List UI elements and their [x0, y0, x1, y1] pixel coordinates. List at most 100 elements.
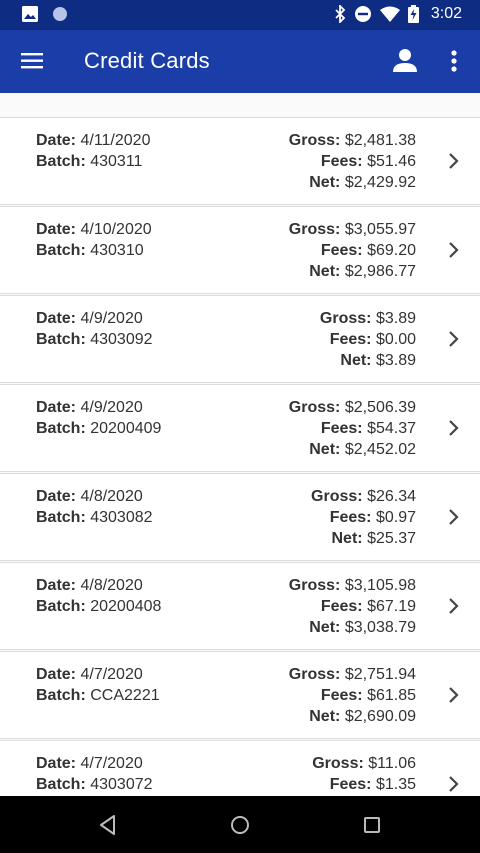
net-label: Net: — [309, 708, 341, 725]
date-line: Date: 4/9/2020 — [36, 397, 161, 418]
fees-line: Fees: $51.46 — [289, 151, 416, 172]
batch-value: 20200409 — [90, 420, 162, 437]
home-button[interactable] — [227, 812, 253, 838]
transaction-row[interactable]: Date: 4/8/2020 Batch: 20200408 Gross: $3… — [0, 562, 480, 650]
home-icon — [231, 816, 249, 834]
battery-charging-icon — [407, 5, 419, 23]
bluetooth-icon — [335, 5, 346, 23]
row-right-column: Gross: $2,481.38 Fees: $51.46 Net: $2,42… — [289, 130, 416, 193]
batch-label: Batch: — [36, 598, 86, 615]
chevron-right-icon — [449, 776, 459, 792]
batch-value: 430310 — [90, 242, 144, 259]
hamburger-menu-icon — [21, 53, 43, 69]
row-right-column: Gross: $2,506.39 Fees: $54.37 Net: $2,45… — [289, 397, 416, 460]
batch-line: Batch: 4303082 — [36, 507, 153, 528]
batch-label: Batch: — [36, 776, 86, 793]
batch-label: Batch: — [36, 420, 86, 437]
gross-value: $11.06 — [368, 755, 416, 772]
account-button[interactable] — [391, 46, 419, 74]
date-value: 4/8/2020 — [80, 577, 143, 594]
row-right-column: Gross: $3,055.97 Fees: $69.20 Net: $2,98… — [289, 219, 416, 282]
date-label: Date: — [36, 488, 77, 505]
net-line: Net: $2,690.09 — [289, 706, 416, 727]
date-value: 4/8/2020 — [80, 488, 143, 505]
gross-line: Gross: $11.06 — [312, 753, 416, 774]
batch-value: 430311 — [90, 153, 143, 170]
date-line: Date: 4/7/2020 — [36, 664, 160, 685]
batch-label: Batch: — [36, 153, 86, 170]
row-right-column: Gross: $11.06 Fees: $1.35 Net: $9.71 — [312, 753, 416, 796]
transaction-row[interactable]: Date: 4/7/2020 Batch: CCA2221 Gross: $2,… — [0, 651, 480, 739]
back-button[interactable] — [95, 812, 121, 838]
batch-value: 4303092 — [90, 331, 153, 348]
fees-value: $0.00 — [375, 331, 416, 348]
gross-line: Gross: $2,751.94 — [289, 664, 416, 685]
date-label: Date: — [36, 666, 77, 683]
net-label: Net: — [340, 352, 372, 369]
fees-line: Fees: $0.00 — [320, 329, 416, 350]
net-label: Net: — [309, 174, 341, 191]
fees-line: Fees: $1.35 — [312, 774, 416, 795]
chevron-right-icon — [449, 331, 459, 347]
date-value: 4/9/2020 — [80, 399, 143, 416]
gross-value: $3,055.97 — [344, 221, 416, 238]
date-line: Date: 4/10/2020 — [36, 219, 152, 240]
net-value: $2,986.77 — [344, 263, 416, 280]
fees-label: Fees: — [320, 687, 363, 704]
gross-label: Gross: — [288, 399, 341, 416]
hamburger-menu-button[interactable] — [20, 50, 46, 72]
fees-line: Fees: $54.37 — [289, 418, 416, 439]
fees-label: Fees: — [329, 509, 372, 526]
batch-line: Batch: 430310 — [36, 240, 152, 261]
net-value: $2,429.92 — [344, 174, 416, 191]
gross-line: Gross: $3,105.98 — [289, 575, 416, 596]
gross-line: Gross: $3.89 — [320, 308, 416, 329]
transaction-row[interactable]: Date: 4/9/2020 Batch: 20200409 Gross: $2… — [0, 384, 480, 472]
gross-value: $3,105.98 — [344, 577, 416, 594]
fees-value: $0.97 — [375, 509, 416, 526]
batch-line: Batch: CCA2221 — [36, 685, 160, 706]
fees-value: $54.37 — [367, 420, 416, 437]
batch-label: Batch: — [36, 331, 86, 348]
gross-line: Gross: $26.34 — [311, 486, 416, 507]
row-left-column: Date: 4/10/2020 Batch: 430310 — [36, 219, 152, 261]
net-label: Net: — [309, 263, 341, 280]
transaction-row[interactable]: Date: 4/10/2020 Batch: 430310 Gross: $3,… — [0, 206, 480, 294]
net-label: Net: — [309, 441, 341, 458]
status-time: 3:02 — [430, 5, 462, 22]
row-left-column: Date: 4/9/2020 Batch: 4303092 — [36, 308, 153, 350]
row-left-column: Date: 4/7/2020 Batch: 4303072 — [36, 753, 153, 795]
gross-line: Gross: $2,506.39 — [289, 397, 416, 418]
net-line: Net: $2,452.02 — [289, 439, 416, 460]
net-label: Net: — [331, 530, 363, 547]
gross-value: $2,481.38 — [344, 132, 416, 149]
net-value: $25.37 — [367, 530, 416, 547]
recents-button[interactable] — [359, 812, 385, 838]
transaction-row[interactable]: Date: 4/8/2020 Batch: 4303082 Gross: $26… — [0, 473, 480, 561]
date-label: Date: — [36, 132, 77, 149]
transactions-list[interactable]: Date: 4/11/2020 Batch: 430311 Gross: $2,… — [0, 93, 480, 796]
batch-line: Batch: 4303072 — [36, 774, 153, 795]
transaction-row[interactable]: Date: 4/7/2020 Batch: 4303072 Gross: $11… — [0, 740, 480, 796]
batch-label: Batch: — [36, 509, 86, 526]
chevron-right-icon — [449, 509, 459, 525]
transaction-row[interactable]: Date: 4/9/2020 Batch: 4303092 Gross: $3.… — [0, 295, 480, 383]
more-options-button[interactable] — [444, 48, 464, 74]
gross-label: Gross: — [312, 755, 364, 772]
transaction-row[interactable]: Date: 4/11/2020 Batch: 430311 Gross: $2,… — [0, 117, 480, 205]
circle-indicator-icon — [53, 7, 67, 21]
date-label: Date: — [36, 399, 77, 416]
net-value: $2,690.09 — [344, 708, 416, 725]
date-line: Date: 4/8/2020 — [36, 575, 161, 596]
gross-value: $2,506.39 — [344, 399, 416, 416]
gross-value: $2,751.94 — [344, 666, 416, 683]
gross-label: Gross: — [288, 666, 341, 683]
batch-label: Batch: — [36, 242, 86, 259]
row-right-column: Gross: $3.89 Fees: $0.00 Net: $3.89 — [320, 308, 416, 371]
fees-label: Fees: — [329, 331, 372, 348]
date-value: 4/10/2020 — [80, 221, 152, 238]
chevron-right-icon — [449, 687, 459, 703]
batch-label: Batch: — [36, 687, 86, 704]
date-line: Date: 4/8/2020 — [36, 486, 153, 507]
date-label: Date: — [36, 310, 77, 327]
